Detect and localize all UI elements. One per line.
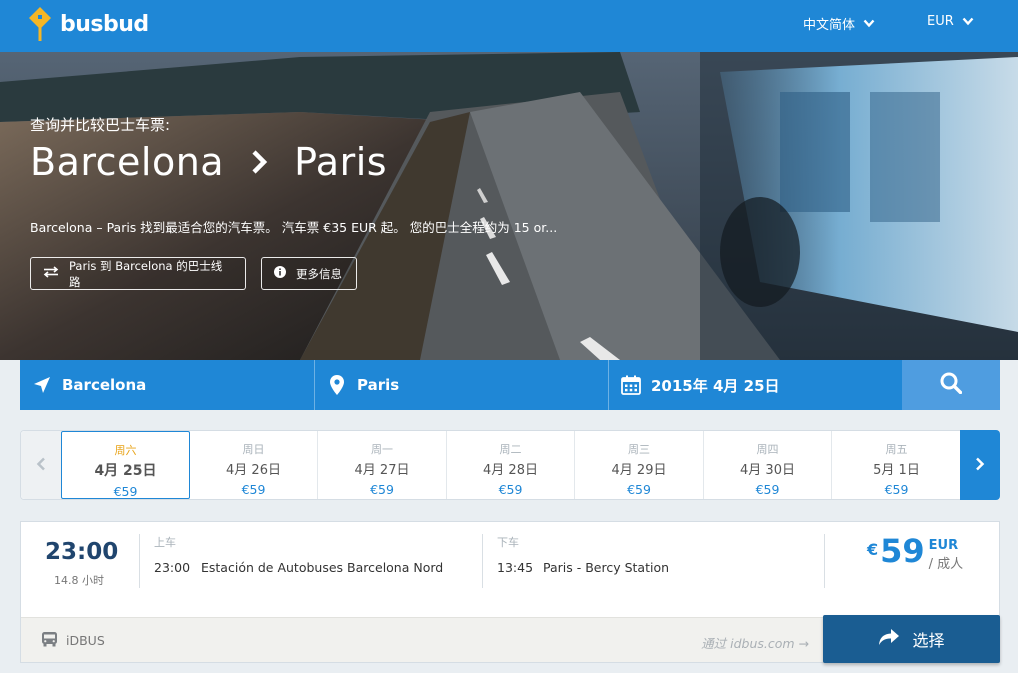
alighting-place: Paris - Bercy Station bbox=[543, 560, 670, 575]
route-destination: Paris bbox=[294, 140, 388, 184]
currency-label: EUR bbox=[927, 14, 954, 29]
operator-info: iDBUS bbox=[41, 631, 105, 650]
date-option[interactable]: 周四 4月 30日 €59 bbox=[704, 431, 832, 499]
price-per-passenger: / 成人 bbox=[928, 557, 964, 572]
route-description: Barcelona – Paris 找到最适合您的汽车票。 汽车票 €35 EU… bbox=[30, 220, 558, 235]
chevron-left-icon bbox=[36, 456, 46, 475]
language-label: 中文简体 bbox=[803, 18, 856, 33]
date-price: €59 bbox=[241, 482, 266, 497]
previous-dates-button[interactable] bbox=[21, 431, 61, 499]
search-bar: Barcelona Paris 2015年 4月 25日 bbox=[20, 360, 1000, 410]
alighting-time: 13:45 bbox=[497, 560, 534, 575]
price-amount: 59 bbox=[880, 532, 925, 570]
select-label: 选择 bbox=[912, 631, 945, 650]
date-price: €59 bbox=[755, 482, 780, 497]
trip-duration: 14.8 小时 bbox=[54, 574, 104, 587]
date-field[interactable]: 2015年 4月 25日 bbox=[609, 360, 902, 410]
date-selector: 周六 4月 25日 €59 周日 4月 26日 €59 周一 4月 27日 €5… bbox=[20, 430, 1000, 500]
route-origin: Barcelona bbox=[30, 140, 225, 184]
boarding-label: 上车 bbox=[154, 536, 176, 549]
destination-field[interactable]: Paris bbox=[315, 360, 609, 410]
date-price: €59 bbox=[370, 482, 394, 497]
date-option[interactable]: 周五 5月 1日 €59 bbox=[832, 431, 961, 499]
search-button[interactable] bbox=[902, 360, 1000, 410]
date-option[interactable]: 周二 4月 28日 €59 bbox=[447, 431, 575, 499]
language-selector[interactable]: 中文简体 bbox=[803, 14, 875, 33]
date-value: 2015年 4月 25日 bbox=[651, 376, 780, 395]
operator-name: iDBUS bbox=[66, 633, 105, 648]
date-price: €59 bbox=[113, 484, 138, 499]
day-of-week: 周五 bbox=[885, 443, 908, 456]
info-icon bbox=[274, 266, 286, 281]
next-dates-button[interactable] bbox=[960, 430, 1000, 500]
date-option[interactable]: 周三 4月 29日 €59 bbox=[575, 431, 704, 499]
hero-banner: 查询并比较巴士车票: Barcelona Paris Barcelona – P… bbox=[0, 52, 1018, 360]
origin-value: Barcelona bbox=[62, 376, 147, 394]
origin-field[interactable]: Barcelona bbox=[20, 360, 315, 410]
date-label: 4月 25日 bbox=[94, 463, 157, 479]
map-marker-icon bbox=[327, 375, 347, 395]
brand-name: busbud bbox=[60, 11, 149, 37]
currency-selector[interactable]: EUR bbox=[927, 14, 974, 29]
date-price: €59 bbox=[627, 482, 651, 497]
day-of-week: 周日 bbox=[242, 443, 265, 456]
trip-price: € 59 EUR / 成人 bbox=[867, 532, 964, 572]
date-price: €59 bbox=[884, 482, 909, 497]
divider bbox=[139, 534, 140, 588]
day-of-week: 周六 bbox=[114, 444, 137, 457]
price-currency: EUR bbox=[928, 538, 959, 553]
boarding-time: 23:00 bbox=[154, 560, 191, 575]
date-label: 4月 28日 bbox=[483, 463, 538, 478]
day-of-week: 周一 bbox=[371, 443, 393, 456]
swap-arrows-icon bbox=[43, 266, 59, 281]
destination-value: Paris bbox=[357, 376, 400, 394]
logo-pin-icon bbox=[28, 6, 52, 42]
day-of-week: 周三 bbox=[628, 443, 650, 456]
location-arrow-icon bbox=[32, 375, 52, 395]
trip-result-card: 23:00 14.8 小时 上车 23:00 Estación de Autob… bbox=[20, 521, 1000, 663]
booking-source-link[interactable]: 通过 idbus.com → bbox=[701, 633, 809, 652]
hero-subtitle: 查询并比较巴士车票: bbox=[30, 116, 171, 134]
price-currency-symbol: € bbox=[867, 540, 879, 559]
share-arrow-icon bbox=[878, 628, 900, 650]
day-of-week: 周二 bbox=[499, 443, 522, 456]
date-label: 4月 27日 bbox=[354, 463, 410, 478]
date-option[interactable]: 周日 4月 26日 €59 bbox=[190, 431, 318, 499]
reverse-route-label: Paris 到 Barcelona 的巴士线路 bbox=[69, 258, 223, 289]
chevron-down-icon bbox=[962, 17, 974, 26]
date-option[interactable]: 周一 4月 27日 €59 bbox=[318, 431, 447, 499]
boarding-place: Estación de Autobuses Barcelona Nord bbox=[201, 560, 444, 575]
date-label: 5月 1日 bbox=[873, 463, 920, 478]
hero-background-image bbox=[0, 52, 1018, 360]
search-icon bbox=[940, 372, 963, 398]
date-label: 4月 30日 bbox=[740, 463, 795, 478]
calendar-icon bbox=[621, 375, 641, 395]
divider bbox=[482, 534, 483, 588]
top-nav: busbud 中文简体 EUR bbox=[0, 0, 1018, 52]
date-label: 4月 26日 bbox=[226, 463, 281, 478]
divider bbox=[824, 534, 825, 588]
date-price: €59 bbox=[498, 482, 523, 497]
operator-bar: iDBUS 通过 idbus.com → bbox=[21, 617, 823, 662]
day-of-week: 周四 bbox=[756, 443, 779, 456]
more-info-button[interactable]: 更多信息 bbox=[261, 257, 357, 290]
date-option[interactable]: 周六 4月 25日 €59 bbox=[61, 431, 190, 499]
busbud-logo[interactable]: busbud bbox=[28, 6, 149, 42]
date-label: 4月 29日 bbox=[611, 463, 667, 478]
reverse-route-button[interactable]: Paris 到 Barcelona 的巴士线路 bbox=[30, 257, 246, 290]
departure-time: 23:00 bbox=[45, 539, 119, 565]
chevron-down-icon bbox=[863, 19, 875, 28]
route-title: Barcelona Paris bbox=[30, 140, 387, 184]
more-info-label: 更多信息 bbox=[296, 266, 342, 281]
bus-icon bbox=[41, 631, 58, 650]
chevron-right-icon bbox=[975, 456, 985, 475]
alighting-label: 下车 bbox=[497, 536, 519, 549]
select-trip-button[interactable]: 选择 bbox=[823, 615, 1000, 663]
chevron-right-icon bbox=[250, 149, 268, 175]
